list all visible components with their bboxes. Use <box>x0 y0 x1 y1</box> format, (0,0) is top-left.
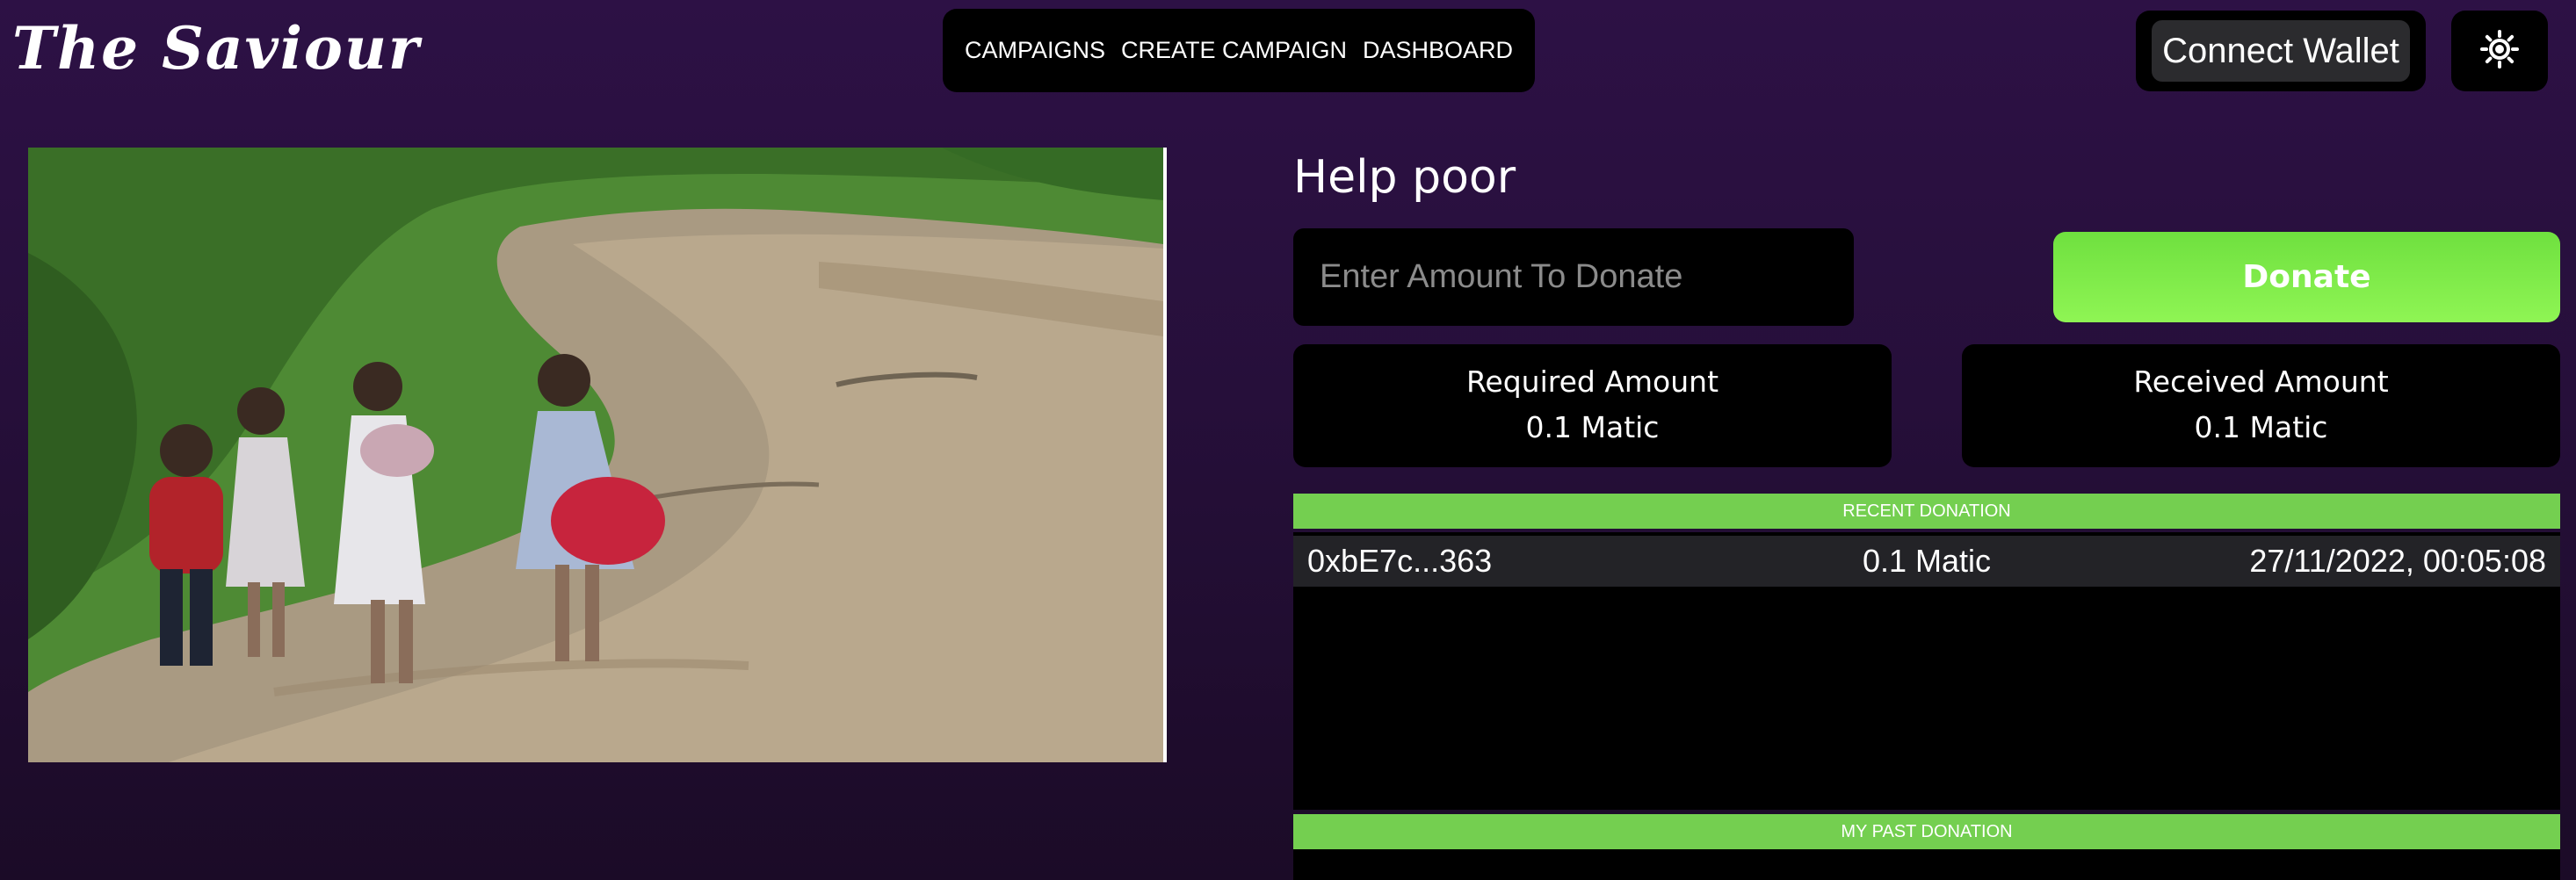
required-amount-label: Required Amount <box>1465 364 1719 399</box>
nav-campaigns[interactable]: CAMPAIGNS <box>965 37 1105 64</box>
donation-row: 0xbE7c...363 0.1 Matic 27/11/2022, 00:05… <box>1293 536 2560 587</box>
campaign-title: Help poor <box>1293 151 1516 204</box>
recent-donations-list: 0xbE7c...363 0.1 Matic 27/11/2022, 00:05… <box>1293 532 2560 810</box>
theme-toggle-button[interactable] <box>2451 11 2548 91</box>
nav-create-campaign[interactable]: CREATE CAMPAIGN <box>1121 37 1347 64</box>
donation-amount: 0.1 Matic <box>1862 543 1992 579</box>
past-donation-header: MY PAST DONATION <box>1293 814 2560 849</box>
connect-wallet-button[interactable]: Connect Wallet <box>2152 20 2410 82</box>
campaign-photo <box>28 148 1163 762</box>
received-amount-card: Received Amount 0.1 Matic <box>1962 344 2560 467</box>
donation-timestamp: 27/11/2022, 00:05:08 <box>2249 543 2546 579</box>
donation-amount-input[interactable] <box>1293 228 1854 326</box>
donate-button[interactable]: Donate <box>2053 232 2560 322</box>
received-amount-label: Received Amount <box>2133 364 2389 399</box>
received-amount-value: 0.1 Matic <box>2194 410 2328 444</box>
required-amount-value: 0.1 Matic <box>1525 410 1660 444</box>
sun-icon <box>2479 29 2520 74</box>
past-donations-list <box>1293 849 2560 880</box>
main-nav: CAMPAIGNS CREATE CAMPAIGN DASHBOARD <box>943 9 1535 92</box>
recent-donation-header: RECENT DONATION <box>1293 494 2560 529</box>
donor-address: 0xbE7c...363 <box>1307 543 1493 579</box>
nav-dashboard[interactable]: DASHBOARD <box>1363 37 1513 64</box>
required-amount-card: Required Amount 0.1 Matic <box>1293 344 1892 467</box>
campaign-image <box>28 148 1167 762</box>
wallet-container: Connect Wallet <box>2136 11 2426 91</box>
app-logo[interactable]: The Saviour <box>12 9 421 88</box>
